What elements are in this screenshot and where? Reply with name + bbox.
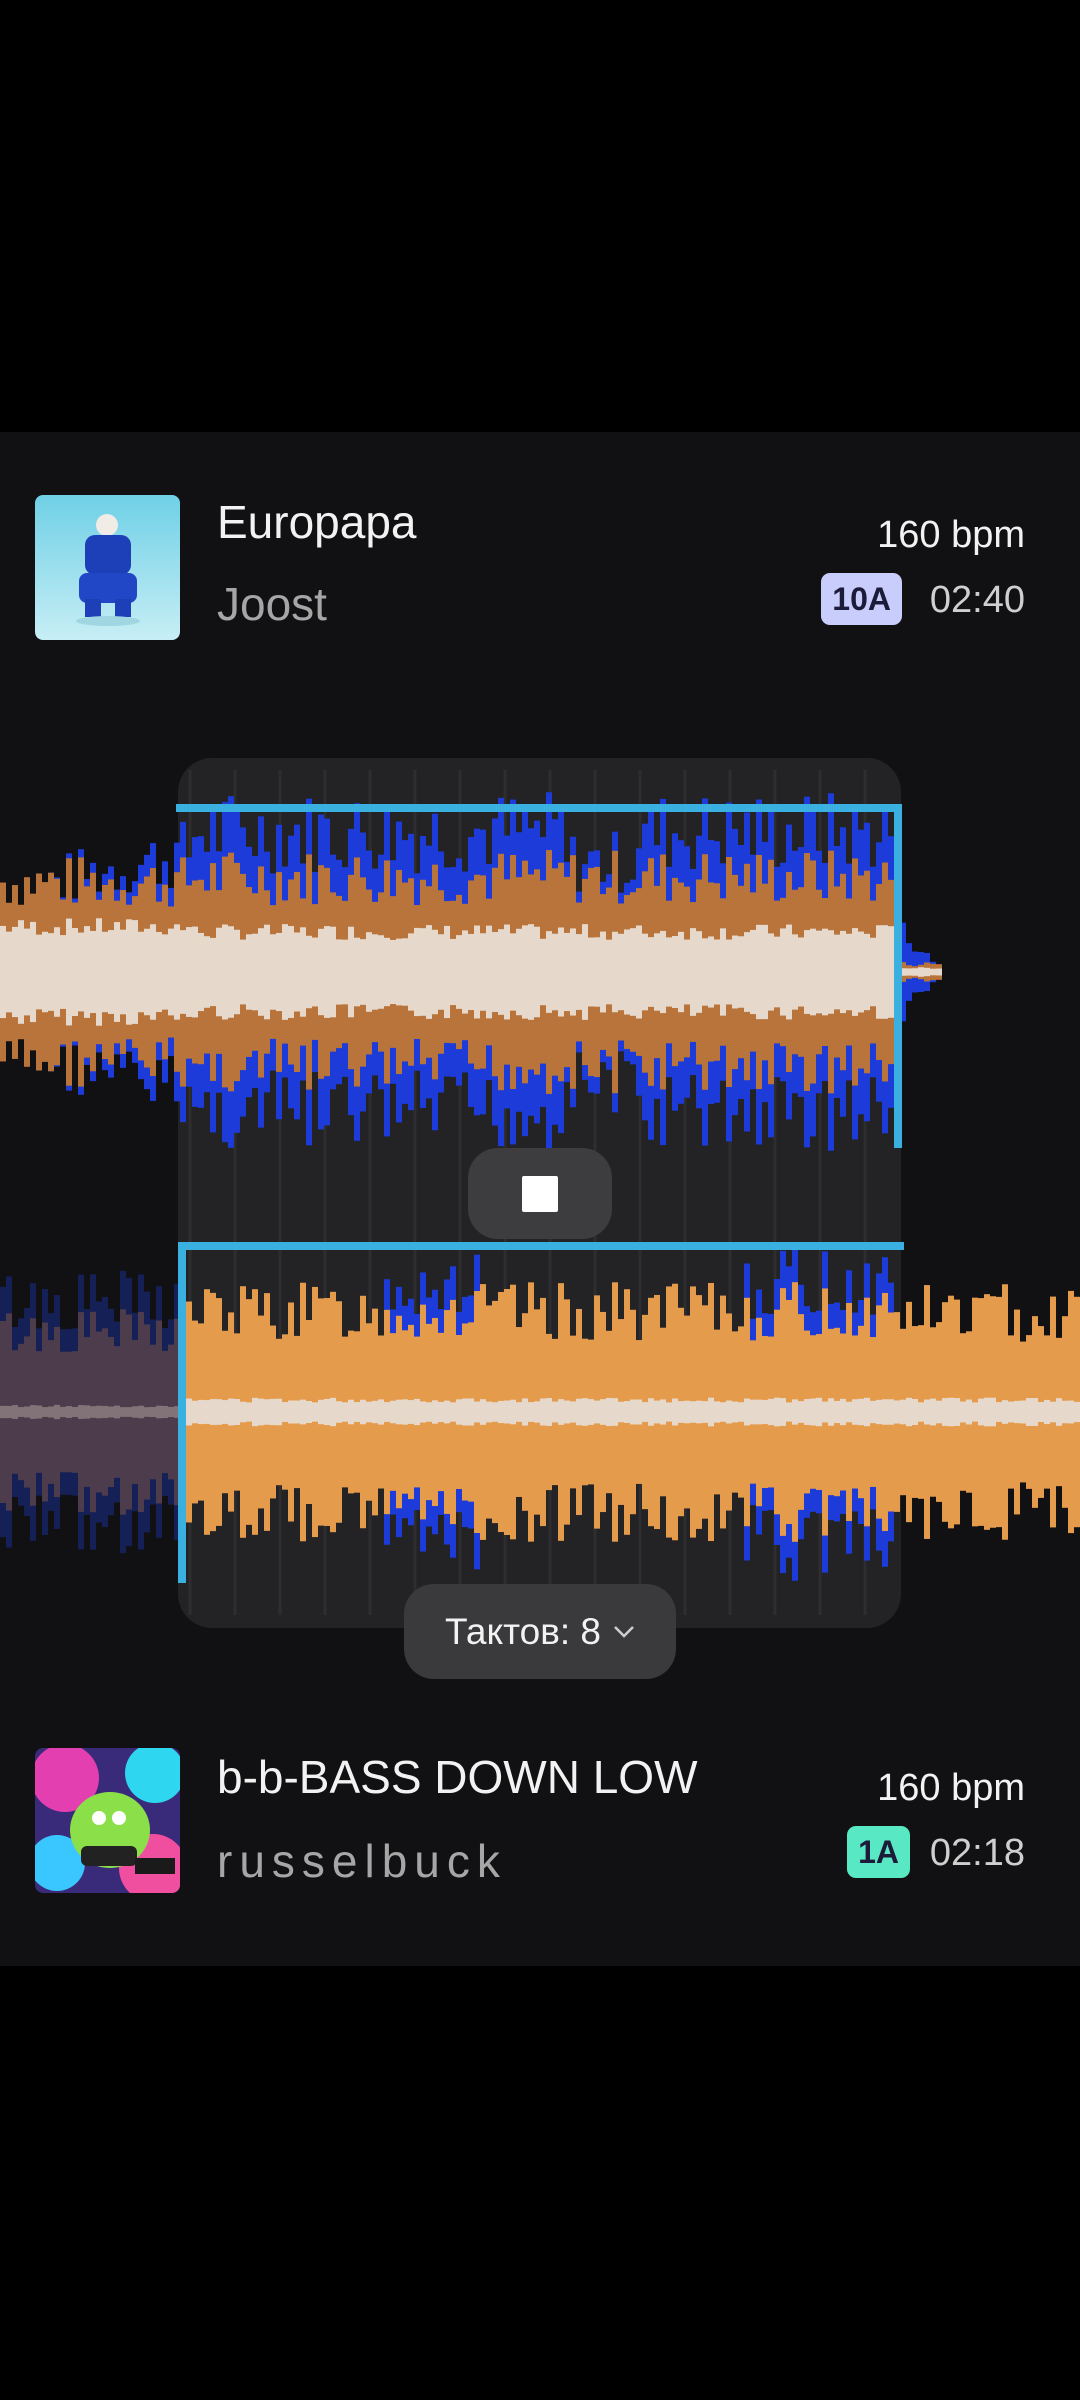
track-bpm-top: 160 bpm bbox=[877, 514, 1025, 556]
bars-selector[interactable]: Тактов: 8 bbox=[404, 1584, 676, 1679]
track-title-bottom: b-b-BASS DOWN LOW bbox=[217, 1751, 698, 1803]
track-title-top: Europapa bbox=[217, 496, 417, 548]
key-badge-bottom: 1A bbox=[847, 1826, 910, 1878]
key-badge-top: 10A bbox=[821, 573, 902, 625]
track-bpm-bottom: 160 bpm bbox=[877, 1767, 1025, 1809]
chevron-down-icon bbox=[614, 1625, 634, 1638]
track-duration-bottom: 02:18 bbox=[929, 1832, 1025, 1874]
stop-icon bbox=[522, 1176, 558, 1212]
stop-button[interactable] bbox=[468, 1148, 612, 1239]
track-artist-top: Joost bbox=[217, 578, 327, 630]
bars-selector-label: Тактов: 8 bbox=[444, 1610, 602, 1652]
track-bottom[interactable]: b-b-BASS DOWN LOW russelbuck 160 bpm 1A … bbox=[0, 1748, 1080, 1898]
track-top[interactable]: Europapa Joost 160 bpm 10A 02:40 bbox=[0, 495, 1080, 645]
album-cover-top bbox=[35, 495, 180, 640]
track-artist-bottom: russelbuck bbox=[217, 1835, 507, 1887]
track-duration-top: 02:40 bbox=[929, 579, 1025, 621]
album-cover-bottom bbox=[35, 1748, 180, 1893]
